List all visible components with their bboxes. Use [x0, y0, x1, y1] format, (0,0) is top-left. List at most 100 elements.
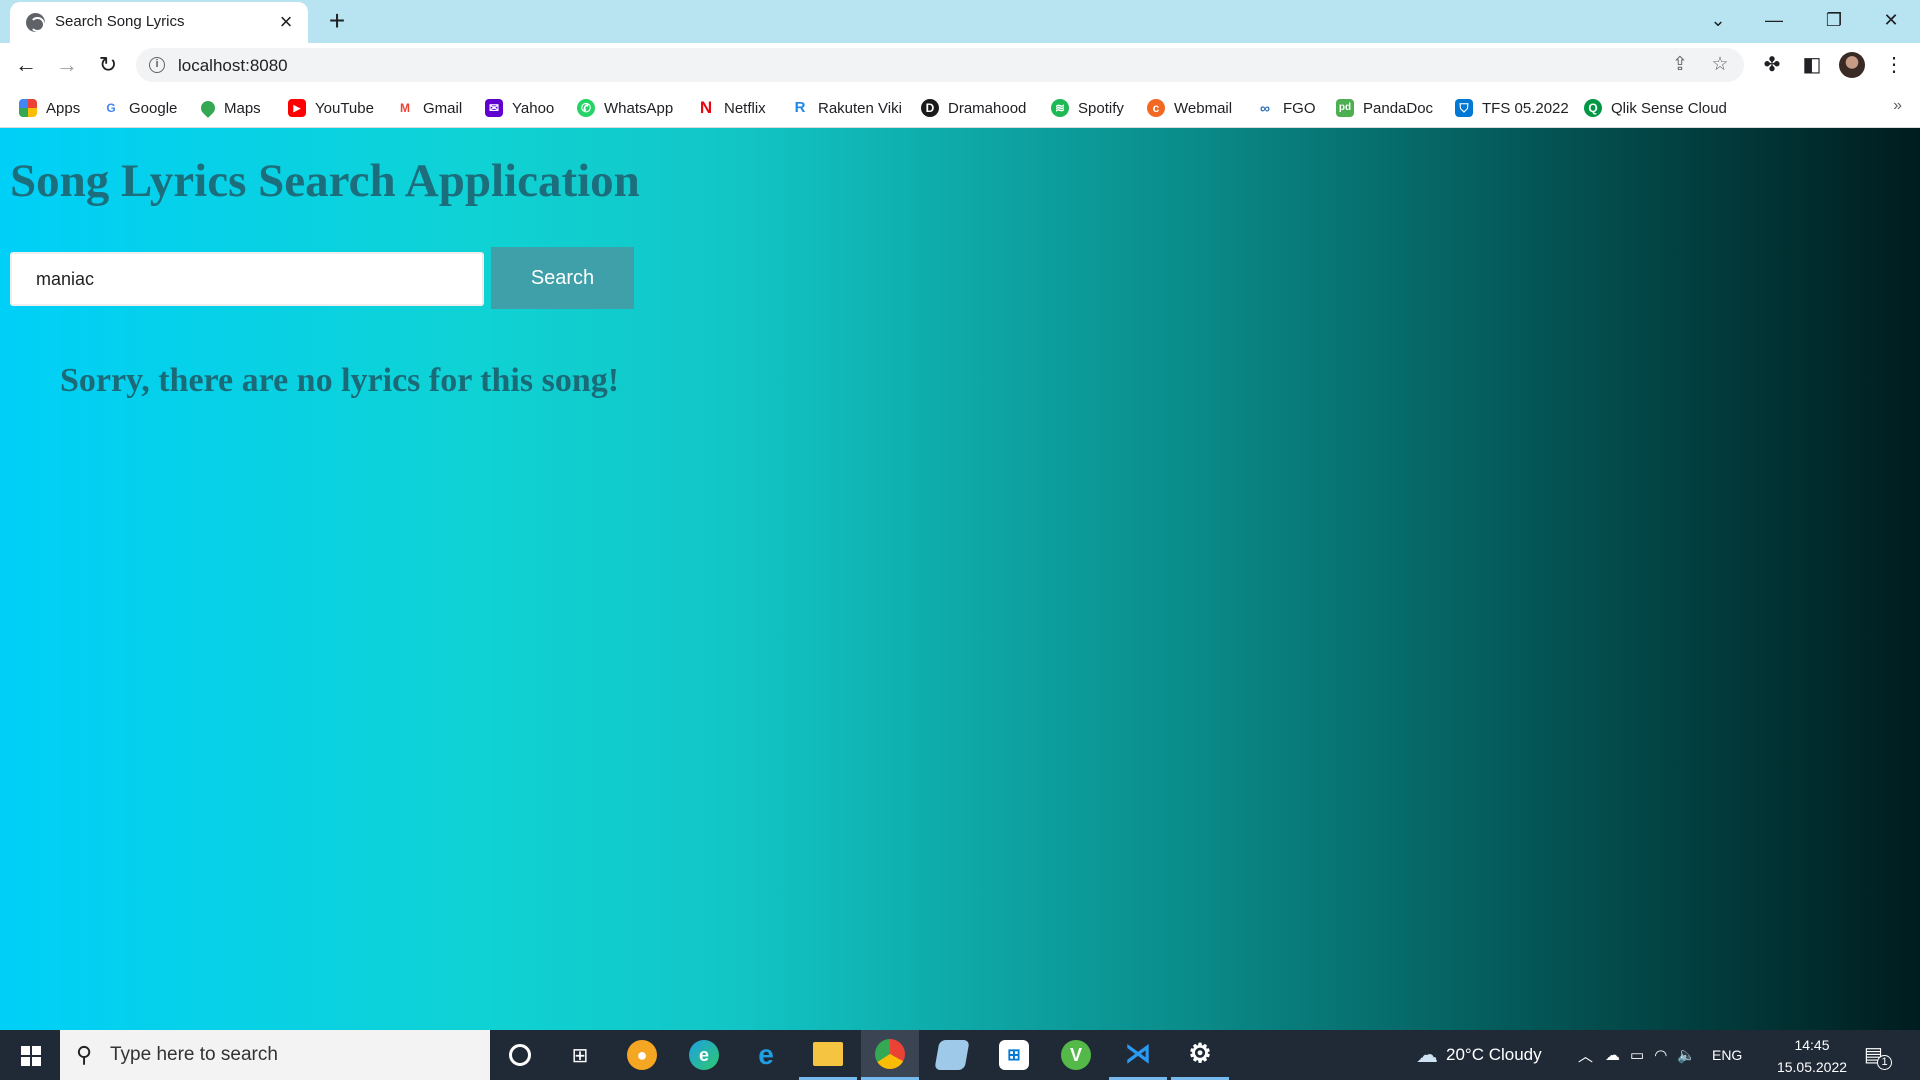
spotify-icon: ≋ — [1051, 99, 1069, 117]
bookmark-label: Maps — [224, 99, 261, 117]
edge-icon: e — [689, 1040, 719, 1070]
address-bar[interactable]: i localhost:8080 ⇪ ☆ — [136, 48, 1744, 82]
reload-button[interactable]: ↻ — [92, 49, 124, 81]
taskbar-app-veeam[interactable]: V — [1047, 1030, 1105, 1080]
cortana-button[interactable] — [491, 1030, 549, 1080]
taskbar-app-settings[interactable]: ⚙ — [1171, 1030, 1229, 1080]
site-info-icon[interactable]: i — [149, 57, 165, 73]
new-tab-button[interactable]: + — [322, 7, 352, 37]
notification-count: 1 — [1877, 1055, 1892, 1070]
taskbar-app-edge[interactable]: e — [675, 1030, 733, 1080]
url-text[interactable]: localhost:8080 — [178, 56, 288, 76]
bookmark-whatsapp[interactable]: ✆ WhatsApp — [577, 97, 673, 119]
page-title: Song Lyrics Search Application — [10, 155, 640, 207]
bookmark-maps[interactable]: Maps — [198, 97, 261, 119]
bookmark-label: Rakuten Viki — [818, 99, 902, 117]
pandadoc-icon: pd — [1336, 99, 1354, 117]
minimize-button[interactable]: — — [1746, 0, 1802, 40]
notification-center-icon[interactable]: 1 ▤ — [1864, 1042, 1892, 1070]
bookmark-rakuten-viki[interactable]: R Rakuten Viki — [791, 97, 902, 119]
bookmark-label: Webmail — [1174, 99, 1233, 117]
tab-title: Search Song Lyrics — [55, 13, 185, 30]
bookmark-spotify[interactable]: ≋ Spotify — [1051, 97, 1124, 119]
volume-icon[interactable]: 🔈 — [1677, 1046, 1696, 1064]
close-window-button[interactable]: ✕ — [1863, 0, 1919, 40]
restore-button[interactable]: ❐ — [1806, 0, 1862, 40]
wifi-icon[interactable]: ◠ — [1654, 1046, 1667, 1064]
maps-pin-icon — [198, 98, 218, 118]
bookmark-star-icon[interactable]: ☆ — [1708, 53, 1732, 77]
bookmark-label: Spotify — [1078, 99, 1124, 117]
bookmark-netflix[interactable]: N Netflix — [697, 97, 766, 119]
bookmark-label: Yahoo — [512, 99, 555, 117]
notes-icon — [934, 1040, 970, 1070]
taskbar-search-box[interactable]: ⚲ Type here to search — [60, 1030, 490, 1080]
apps-grid-icon — [19, 99, 37, 117]
bookmark-label: PandaDoc — [1363, 99, 1434, 117]
chrome-icon — [875, 1038, 905, 1069]
gmail-icon: M — [396, 99, 414, 117]
search-icon: ⚲ — [76, 1042, 93, 1067]
task-view-icon: ⊞ — [571, 1044, 589, 1067]
search-button[interactable]: Search — [491, 247, 634, 309]
bookmark-fgo[interactable]: ∞ FGO — [1256, 97, 1316, 119]
back-button[interactable]: ← — [10, 49, 42, 81]
taskbar-app-file-explorer[interactable] — [799, 1030, 857, 1080]
browser-toolbar: ← → ↻ i localhost:8080 ⇪ ☆ ✤ ◧ ⋮ — [0, 43, 1920, 87]
fgo-icon: ∞ — [1256, 99, 1274, 117]
azure-devops-icon: ⛉ — [1455, 99, 1473, 117]
clock-time: 14:45 — [1794, 1037, 1830, 1053]
task-view-button[interactable]: ⊞ — [551, 1030, 609, 1080]
bookmark-webmail[interactable]: c Webmail — [1147, 97, 1232, 119]
tray-icons: ︿ ☁ ▭ ◠ 🔈 ENG — [1578, 1030, 1742, 1080]
bookmark-google[interactable]: G Google — [102, 97, 177, 119]
taskbar-app-chrome[interactable] — [861, 1030, 919, 1080]
bookmark-yahoo[interactable]: ✉ Yahoo — [485, 97, 554, 119]
profile-avatar[interactable] — [1839, 52, 1865, 78]
browser-tab[interactable]: Search Song Lyrics × — [10, 2, 308, 43]
taskbar-app-internet-explorer[interactable]: e — [737, 1030, 795, 1080]
song-search-input[interactable] — [10, 252, 484, 306]
taskbar-app-notes[interactable] — [923, 1030, 981, 1080]
weather-text: 20°C Cloudy — [1446, 1045, 1542, 1064]
bookmark-pandadoc[interactable]: pd PandaDoc — [1336, 97, 1433, 119]
tab-search-chevron-icon[interactable]: ⌄ — [1690, 0, 1746, 40]
bookmark-label: YouTube — [315, 99, 374, 117]
bookmark-label: FGO — [1283, 99, 1316, 117]
dramahood-icon: D — [921, 99, 939, 117]
youtube-icon: ▶ — [288, 99, 306, 117]
more-bookmarks-chevron-icon[interactable]: » — [1893, 97, 1902, 115]
taskbar-search-placeholder: Type here to search — [110, 1044, 278, 1065]
close-tab-icon[interactable]: × — [274, 10, 298, 34]
brave-icon: ● — [627, 1040, 657, 1070]
start-button[interactable] — [0, 1030, 60, 1080]
taskbar-app-brave[interactable]: ● — [613, 1030, 671, 1080]
bookmark-tfs[interactable]: ⛉ TFS 05.2022 — [1455, 97, 1569, 119]
bookmark-dramahood[interactable]: D Dramahood — [921, 97, 1026, 119]
taskbar-app-vscode[interactable]: ⋊ — [1109, 1030, 1167, 1080]
menu-kebab-icon[interactable]: ⋮ — [1880, 51, 1908, 79]
taskbar-app-store[interactable]: ⊞ — [985, 1030, 1043, 1080]
whatsapp-icon: ✆ — [577, 99, 595, 117]
bookmark-apps[interactable]: Apps — [19, 97, 80, 119]
onedrive-cloud-icon[interactable]: ☁ — [1605, 1046, 1620, 1064]
share-icon[interactable]: ⇪ — [1668, 53, 1692, 77]
netflix-icon: N — [697, 99, 715, 117]
taskbar-clock[interactable]: 14:45 15.05.2022 — [1772, 1034, 1852, 1078]
bookmark-youtube[interactable]: ▶ YouTube — [288, 97, 374, 119]
weather-widget[interactable]: ☁ 20°C Cloudy — [1416, 1030, 1542, 1080]
bookmark-gmail[interactable]: M Gmail — [396, 97, 462, 119]
language-indicator[interactable]: ENG — [1712, 1047, 1742, 1063]
windows-logo-icon — [21, 1046, 41, 1066]
battery-icon[interactable]: ▭ — [1630, 1046, 1644, 1064]
bookmark-qlik[interactable]: Q Qlik Sense Cloud — [1584, 97, 1727, 119]
show-hidden-icons-chevron-icon[interactable]: ︿ — [1578, 1045, 1593, 1066]
windows-taskbar: ⚲ Type here to search ⊞ ● e e ⊞ V ⋊ ⚙ ☁ … — [0, 1030, 1920, 1080]
bookmark-label: Qlik Sense Cloud — [1611, 99, 1727, 117]
forward-button[interactable]: → — [51, 49, 83, 81]
extensions-puzzle-icon[interactable]: ✤ — [1758, 51, 1786, 79]
side-panel-icon[interactable]: ◧ — [1798, 51, 1826, 79]
bookmarks-bar: Apps G Google Maps ▶ YouTube M Gmail ✉ Y… — [0, 87, 1920, 128]
google-icon: G — [102, 99, 120, 117]
no-lyrics-message: Sorry, there are no lyrics for this song… — [60, 362, 620, 399]
